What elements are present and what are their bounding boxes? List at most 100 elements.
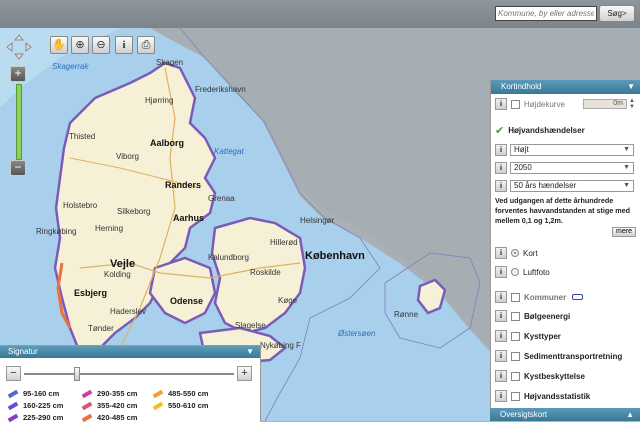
map-label-nykobing: Nykøbing F	[260, 341, 301, 350]
map-label-silkeborg: Silkeborg	[117, 207, 151, 216]
mere-button[interactable]: mere	[612, 227, 636, 237]
opacity-plus-button[interactable]: +	[237, 366, 252, 381]
zoom-out-tool-button[interactable]: ⊖	[92, 36, 110, 54]
info-icon[interactable]: i	[495, 310, 507, 322]
statistik-checkbox[interactable]	[511, 391, 520, 401]
info-icon[interactable]: i	[495, 330, 507, 342]
row-kort: i Kort	[495, 245, 538, 261]
kort-radio[interactable]	[511, 249, 519, 257]
kysttyper-checkbox[interactable]	[511, 331, 520, 341]
kort-label: Kort	[523, 248, 538, 258]
info-icon[interactable]: i	[495, 390, 507, 402]
row-select2: i	[495, 160, 511, 176]
map-label-herning: Herning	[95, 224, 124, 233]
legend-swatch-3	[81, 389, 93, 398]
legend-item: 485-550 cm	[152, 389, 208, 398]
zoom-minus-button[interactable]: −	[10, 160, 26, 176]
map-label-vejle: Vejle	[110, 258, 136, 270]
map-label-slagelse: Slagelse	[235, 321, 266, 330]
luftfoto-label: Luftfoto	[523, 267, 550, 277]
map-label-skagen: Skagen	[156, 58, 184, 67]
info-icon[interactable]: i	[495, 98, 507, 110]
map-label-grenaa: Grenaa	[208, 194, 235, 203]
chevron-down-icon: ▼	[623, 182, 630, 189]
legend-swatch-7	[152, 401, 164, 410]
map-label-viborg: Viborg	[116, 152, 139, 161]
map-label-randers: Randers	[165, 180, 202, 190]
kystbeskyttelse-checkbox[interactable]	[511, 371, 520, 381]
map-label-aarhus: Aarhus	[173, 213, 205, 223]
sediment-label: Sedimenttransportretning	[524, 351, 623, 361]
bolgeenergi-checkbox[interactable]	[511, 311, 520, 321]
legend-panel: Signatur ▼ − + 95-160 cm 160-225 cm 225-…	[0, 345, 261, 422]
hojdekurve-checkbox[interactable]	[511, 99, 520, 109]
hojdekurve-value[interactable]: 0m	[583, 99, 627, 109]
overview-map-header[interactable]: Oversigtskort ▲	[490, 408, 640, 421]
panel-title: Kortindhold	[501, 82, 542, 91]
info-icon[interactable]: i	[495, 291, 507, 303]
opacity-minus-button[interactable]: −	[6, 366, 21, 381]
map-label-kattegat: Kattegat	[214, 147, 244, 156]
row-kommuner: i Kommuner	[495, 289, 584, 305]
map-label-helsingor: Helsingør	[300, 216, 335, 225]
legend-swatch-5	[81, 413, 93, 422]
overview-title: Oversigtskort	[500, 410, 548, 419]
info-tool-button[interactable]: i	[115, 36, 133, 54]
info-icon[interactable]: i	[495, 162, 507, 174]
info-icon[interactable]: i	[495, 370, 507, 382]
info-icon[interactable]: i	[495, 247, 507, 259]
opacity-slider-handle[interactable]	[74, 367, 80, 381]
info-icon[interactable]: i	[495, 180, 507, 192]
map-label-esbjerg: Esbjerg	[74, 288, 108, 298]
luftfoto-radio[interactable]	[511, 268, 519, 276]
collapse-arrow-icon[interactable]: ▼	[627, 80, 635, 94]
print-tool-button[interactable]: ⎙	[137, 36, 155, 54]
row-select3: i	[495, 178, 511, 194]
zoom-slider-track[interactable]	[16, 84, 22, 160]
info-icon[interactable]: i	[495, 144, 507, 156]
hand-icon: ✋	[52, 39, 66, 51]
map-label-ostersoen: Østersøen	[338, 329, 376, 338]
zoom-plus-button[interactable]: +	[10, 66, 26, 82]
chevron-down-icon: ▼	[623, 164, 630, 171]
stepper-arrows-icon[interactable]: ▲ ▼	[629, 98, 635, 110]
map-label-odense: Odense	[170, 296, 204, 306]
pan-arrows-icon[interactable]	[6, 34, 32, 60]
map-label-ringkobing: Ringkøbing	[36, 227, 77, 236]
sediment-checkbox[interactable]	[511, 351, 520, 361]
search-button[interactable]: Søg>	[599, 5, 635, 22]
info-icon[interactable]: i	[495, 350, 507, 362]
pan-tool-button[interactable]: ✋	[50, 36, 68, 54]
kommuner-checkbox[interactable]	[511, 292, 520, 302]
legend-item: 550-610 cm	[152, 401, 208, 410]
info-icon[interactable]: i	[495, 266, 507, 278]
legend-swatch-4	[81, 401, 93, 410]
event-select[interactable]: 50 års hændelser ▼	[510, 180, 634, 192]
panel-header[interactable]: Kortindhold ▼	[491, 80, 640, 94]
checkmark-icon[interactable]: ✔	[495, 124, 504, 137]
search-input[interactable]	[495, 6, 597, 21]
year-select[interactable]: 2050 ▼	[510, 162, 634, 174]
map-label-kobenhavn: København	[305, 250, 365, 262]
legend-item: 95-160 cm	[7, 389, 59, 398]
hojdekurve-label: Højdekurve	[524, 99, 565, 109]
scenario-select[interactable]: Højt ▼	[510, 144, 634, 156]
map-label-ronne: Rønne	[394, 310, 419, 319]
top-bar: Søg>	[0, 0, 640, 28]
expand-arrow-icon[interactable]: ▲	[626, 408, 634, 421]
row-kystbeskyttelse: i Kystbeskyttelse	[495, 368, 585, 384]
row-hojdekurve: i Højdekurve	[495, 96, 565, 112]
hojvand-label: Højvandshændelser	[508, 125, 585, 135]
legend-swatch-6	[152, 389, 164, 398]
kystbeskyttelse-label: Kystbeskyttelse	[524, 371, 585, 381]
zoom-in-tool-button[interactable]: ⊕	[71, 36, 89, 54]
opacity-slider-track[interactable]	[24, 373, 234, 375]
collapse-arrow-icon[interactable]: ▼	[246, 346, 254, 358]
map-label-holstebro: Holstebro	[63, 201, 98, 210]
kommuner-label: Kommuner	[524, 292, 567, 302]
map-label-tonder: Tønder	[88, 324, 114, 333]
statistik-label: Højvandsstatistik	[524, 391, 591, 401]
map-label-haderslev: Haderslev	[110, 307, 147, 316]
row-statistik: i Højvandsstatistik	[495, 388, 590, 404]
legend-header[interactable]: Signatur ▼	[0, 346, 260, 358]
